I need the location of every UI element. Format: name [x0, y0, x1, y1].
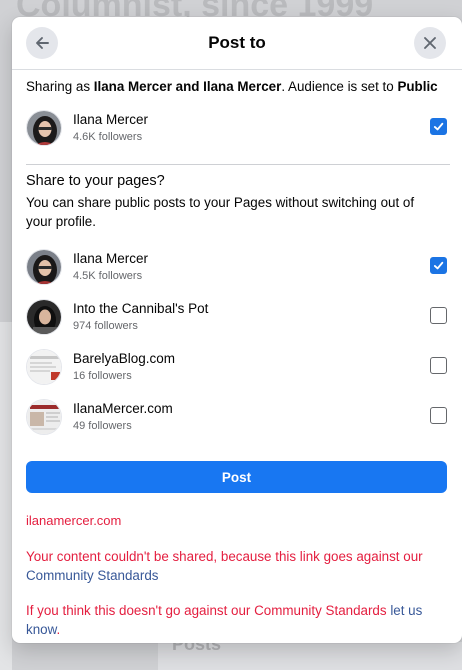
page-checkbox[interactable] [430, 357, 447, 374]
pages-section-title: Share to your pages? [26, 173, 165, 189]
page-row-into-the-cannibals-pot[interactable]: Into the Cannibal's Pot 974 followers [26, 299, 450, 337]
page-checkbox[interactable] [430, 407, 447, 424]
link-domain: ilanamercer.com [26, 513, 122, 528]
avatar [26, 110, 62, 146]
error-text: Your content couldn't be shared, because… [26, 549, 423, 564]
background-panel [0, 322, 12, 670]
page-followers: 974 followers [73, 320, 138, 332]
community-standards-link[interactable]: Community Standards [26, 568, 158, 583]
page-followers: 49 followers [73, 420, 132, 432]
appeal-period: . [56, 622, 61, 637]
checkmark-icon [433, 261, 444, 270]
sharing-middle: . Audience is set to [281, 79, 398, 94]
profile-checkbox[interactable] [430, 118, 447, 135]
page-followers: 4.5K followers [73, 270, 143, 282]
avatar [26, 299, 62, 335]
appeal-text: If you think this doesn't go against our… [26, 603, 391, 618]
dialog-title: Post to [208, 33, 266, 52]
avatar [26, 249, 62, 285]
audience-value: Public [397, 79, 438, 94]
profile-row[interactable]: Ilana Mercer 4.6K followers [26, 110, 450, 148]
page-row-ilanamercer-com[interactable]: IlanaMercer.com 49 followers [26, 399, 450, 437]
post-to-dialog: Post to Sharing as Ilana Mercer and Ilan… [12, 17, 462, 643]
error-message: Your content couldn't be shared, because… [26, 547, 446, 585]
checkmark-icon [433, 122, 444, 131]
post-button[interactable]: Post [26, 461, 447, 493]
page-row-barelyablog[interactable]: BarelyaBlog.com 16 followers [26, 349, 450, 387]
profile-name: Ilana Mercer [73, 112, 149, 127]
avatar [26, 399, 62, 435]
dialog-header: Post to [12, 17, 462, 70]
avatar [26, 349, 62, 385]
sharing-info: Sharing as Ilana Mercer and Ilana Mercer… [26, 79, 450, 94]
page-name: IlanaMercer.com [73, 401, 173, 416]
close-button[interactable] [414, 27, 446, 59]
sharing-prefix: Sharing as [26, 79, 94, 94]
page-followers: 16 followers [73, 370, 132, 382]
page-checkbox[interactable] [430, 307, 447, 324]
page-checkbox[interactable] [430, 257, 447, 274]
appeal-message: If you think this doesn't go against our… [26, 601, 446, 639]
page-name: Into the Cannibal's Pot [73, 301, 209, 316]
sharing-names: Ilana Mercer and Ilana Mercer [93, 79, 282, 94]
profile-followers: 4.6K followers [73, 131, 143, 143]
divider [26, 164, 450, 165]
close-icon [424, 37, 436, 49]
page-row-ilana-mercer[interactable]: Ilana Mercer 4.5K followers [26, 249, 450, 287]
page-name: BarelyaBlog.com [73, 351, 176, 366]
pages-section-description: You can share public posts to your Pages… [26, 195, 415, 229]
page-name: Ilana Mercer [73, 251, 149, 266]
